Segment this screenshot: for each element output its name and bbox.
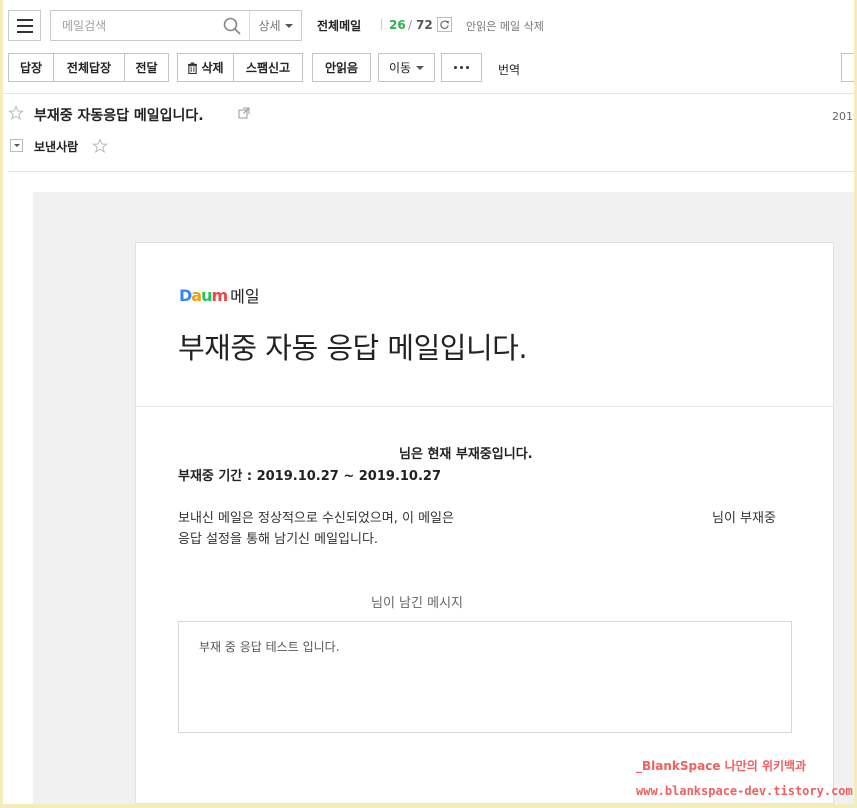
translate-link[interactable]: 번역 (498, 61, 520, 78)
message-heading: 님이 남긴 메시지 (371, 596, 463, 611)
sender-label: 보낸사람 (34, 140, 79, 154)
delete-unread-link[interactable]: 안읽은 메일 삭제 (466, 18, 544, 34)
message-box: 부재 중 응답 테스트 입니다. (178, 621, 792, 733)
refresh-icon[interactable] (437, 17, 452, 32)
reply-all-button[interactable]: 전체답장 (53, 53, 125, 82)
mail-window: 상세 전체메일 26 / 72 안읽은 메일 삭제 답장 전체답장 전달 (3, 0, 854, 804)
folder-title[interactable]: 전체메일 (317, 17, 361, 34)
detail-search-button[interactable]: 상세 (249, 11, 301, 40)
star-icon[interactable] (92, 138, 108, 154)
message-text: 부재 중 응답 테스트 입니다. (199, 640, 340, 654)
chevron-down-icon (416, 65, 425, 70)
more-button[interactable] (441, 53, 482, 82)
expand-header-button[interactable] (10, 139, 23, 152)
mail-date: 2019 (832, 110, 854, 123)
search-input[interactable] (51, 11, 216, 40)
reply-button[interactable]: 답장 (8, 53, 54, 82)
divider (381, 19, 382, 30)
mark-unread-button[interactable]: 안읽음 (312, 53, 371, 82)
delete-button[interactable]: 삭제 (177, 53, 234, 82)
mail-subject: 부재중 자동응답 메일입니다. (34, 108, 204, 124)
notice-text: 보내신 메일은 정상적으로 수신되었으며, 이 메일은 (178, 511, 454, 526)
auto-reply-card: Daum 메일 부재중 자동 응답 메일입니다. 님은 현재 부재중입니다. 부… (135, 242, 834, 804)
toolbar-overflow-button[interactable] (841, 53, 854, 82)
notice-text: 응답 설정을 통해 남기신 메일입니다. (178, 532, 379, 547)
absent-period: 부재중 기간 : 2019.10.27 ~ 2019.10.27 (178, 469, 442, 484)
trash-icon (188, 62, 198, 74)
search-icon[interactable] (222, 16, 242, 36)
move-dropdown[interactable]: 이동 (378, 53, 435, 82)
open-new-window-icon[interactable] (238, 107, 250, 119)
move-label: 이동 (388, 61, 412, 75)
chevron-down-icon (13, 144, 20, 147)
notice-text-suffix: 님이 부재중 (712, 511, 776, 526)
star-icon[interactable] (8, 105, 24, 121)
total-count: 72 (416, 18, 433, 32)
chevron-down-icon (284, 23, 293, 28)
forward-button[interactable]: 전달 (124, 53, 169, 82)
delete-label: 삭제 (201, 61, 224, 75)
unread-count[interactable]: 26 (389, 18, 406, 32)
divider (136, 406, 833, 407)
daum-logo-icon: Daum (179, 285, 228, 305)
logo-text: 메일 (230, 287, 260, 306)
daum-logo: Daum 메일 (179, 283, 260, 307)
watermark-url: www.blankspace-dev.tistory.com (636, 784, 853, 798)
divider (3, 93, 854, 94)
detail-search-label: 상세 (258, 19, 281, 33)
mail-toolbar: 답장 전체답장 전달 삭제 스팸신고 안읽음 이동 번역 (3, 53, 854, 83)
count-separator: / (408, 18, 413, 32)
spam-report-button[interactable]: 스팸신고 (233, 53, 303, 82)
search-box: 상세 (50, 10, 302, 41)
absent-status: 님은 현재 부재중입니다. (399, 447, 533, 462)
watermark-title: _BlankSpace 나만의 위키백과 (636, 759, 807, 773)
page-title: 부재중 자동 응답 메일입니다. (178, 331, 528, 365)
top-bar: 상세 전체메일 26 / 72 안읽은 메일 삭제 (3, 0, 854, 48)
divider (8, 171, 854, 172)
hamburger-icon[interactable] (8, 10, 41, 41)
more-dots-icon (454, 66, 469, 69)
